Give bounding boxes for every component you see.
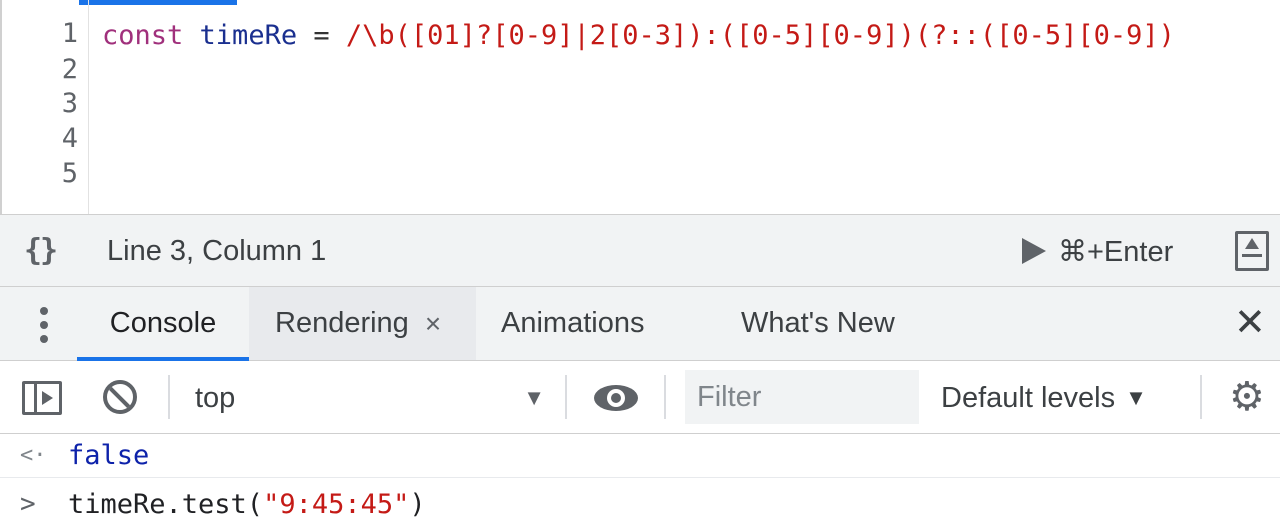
- code-line-1[interactable]: const timeRe = /\b([01]?[0-9]|2[0-3]):([…: [102, 18, 1175, 54]
- tab-label: Console: [109, 307, 217, 339]
- dock-bar: [1242, 254, 1262, 257]
- caret-down-icon: ▼: [523, 385, 545, 410]
- console-filter-input[interactable]: [685, 370, 919, 424]
- drawer-tab-bar: Console Rendering × Animations What's Ne…: [0, 287, 1280, 361]
- console-settings-gear-icon[interactable]: ⚙: [1229, 375, 1265, 419]
- levels-label: Default levels: [941, 381, 1116, 414]
- tab-whats-new[interactable]: What's New: [741, 287, 895, 360]
- tab-rendering[interactable]: Rendering ×: [249, 287, 476, 360]
- more-tools-kebab-icon[interactable]: [38, 307, 50, 343]
- input-call: timeRe.test(: [68, 488, 264, 520]
- line-number: 3: [61, 88, 78, 119]
- line-number: 5: [61, 158, 78, 189]
- line-number-gutter: 1 2 3 4 5: [2, 18, 88, 214]
- result-arrow-icon: <·: [20, 443, 47, 468]
- run-snippet-button[interactable]: ⌘+Enter: [1022, 233, 1173, 269]
- caret-down-icon: ▼: [1125, 385, 1147, 410]
- code-regex-literal: /\b([01]?[0-9]|2[0-3]):([0-5][0-9])(?::(…: [345, 20, 1175, 51]
- arrow-up-icon: [1245, 238, 1259, 249]
- clear-console-icon[interactable]: [103, 380, 137, 414]
- cursor-position: Line 3, Column 1: [107, 235, 327, 267]
- toolbar-divider: [1200, 375, 1202, 419]
- play-icon: [42, 391, 53, 405]
- console-prompt-row[interactable]: > timeRe.test("9:45:45"): [0, 482, 1280, 526]
- toolbar-divider: [565, 375, 567, 419]
- run-shortcut-label: ⌘+Enter: [1058, 235, 1174, 268]
- kebab-dot: [40, 321, 48, 329]
- log-levels-dropdown[interactable]: Default levels ▼: [941, 379, 1147, 417]
- result-value: false: [68, 440, 150, 471]
- play-icon: [1022, 238, 1046, 264]
- javascript-context-select[interactable]: top ▼: [195, 379, 545, 417]
- console-messages: <· false > timeRe.test("9:45:45"): [0, 434, 1280, 529]
- console-toolbar: top ▼ Default levels ▼ ⚙: [0, 361, 1280, 434]
- tab-label: Animations: [501, 307, 645, 339]
- toggle-drawer-icon[interactable]: [1235, 231, 1269, 271]
- live-expression-eye-icon[interactable]: [594, 383, 638, 413]
- tab-animations[interactable]: Animations: [501, 287, 644, 360]
- code-editor[interactable]: 1 2 3 4 5 const timeRe = /\b([01]?[0-9]|…: [0, 0, 1280, 214]
- pretty-print-braces-icon[interactable]: {}: [24, 233, 58, 268]
- tab-label: Rendering: [275, 307, 409, 339]
- toolbar-divider: [168, 375, 170, 419]
- kebab-dot: [40, 335, 48, 343]
- editor-status-bar: {} Line 3, Column 1 ⌘+Enter: [0, 214, 1280, 287]
- console-result-row: <· false: [0, 434, 1280, 478]
- line-number: 2: [61, 54, 78, 85]
- toolbar-divider: [664, 375, 666, 419]
- code-operator: =: [313, 20, 330, 51]
- console-input[interactable]: timeRe.test("9:45:45"): [68, 489, 426, 520]
- code-identifier: timeRe: [199, 20, 298, 51]
- close-tab-icon[interactable]: ×: [425, 308, 441, 340]
- input-close-paren: ): [409, 488, 426, 520]
- eye-pupil: [611, 393, 621, 403]
- show-console-sidebar-icon[interactable]: [22, 381, 62, 415]
- tab-console[interactable]: Console: [77, 287, 249, 361]
- gutter-divider: [88, 0, 89, 214]
- tab-label: What's New: [741, 307, 895, 339]
- code-keyword: const: [102, 20, 184, 51]
- input-string-arg: "9:45:45": [263, 488, 410, 520]
- kebab-dot: [40, 307, 48, 315]
- context-value: top: [195, 381, 236, 414]
- close-drawer-icon[interactable]: ✕: [1234, 303, 1266, 343]
- line-number: 4: [61, 123, 78, 154]
- active-file-tab-indicator: [79, 0, 237, 5]
- line-number: 1: [61, 18, 78, 49]
- prompt-chevron-icon: >: [20, 489, 36, 519]
- sidebar-divider: [34, 384, 37, 412]
